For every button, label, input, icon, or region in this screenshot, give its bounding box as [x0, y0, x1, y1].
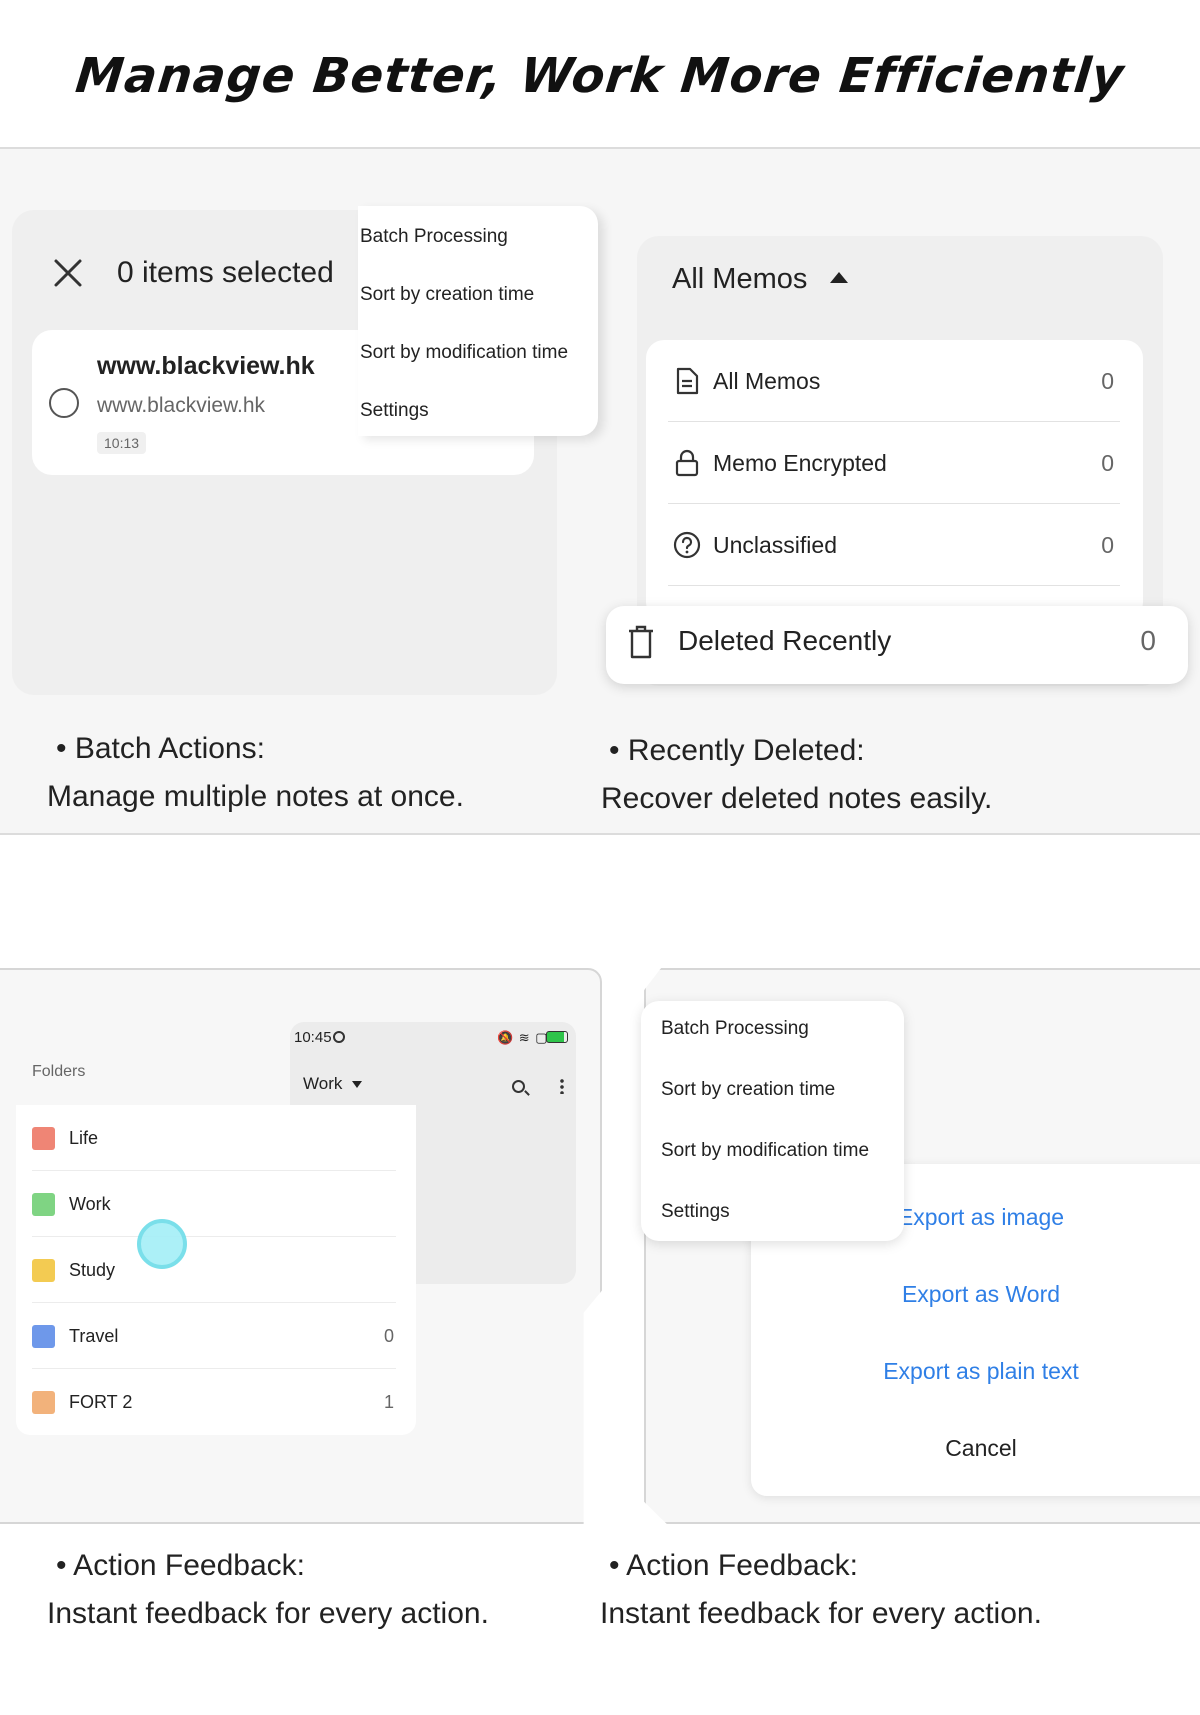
menu-item-settings[interactable]: Settings: [360, 400, 429, 422]
caption-feedback-heading-left: • Action Feedback:: [56, 1549, 305, 1582]
status-time: 10:45: [294, 1029, 332, 1046]
note-title: www.blackview.hk: [97, 352, 315, 380]
folder-count: 0: [383, 1326, 394, 1346]
menu-item-sort-modification[interactable]: Sort by modification time: [661, 1140, 869, 1162]
touch-indicator: [137, 1219, 187, 1269]
page: Manage Better, Work More Efficiently 0 i…: [0, 0, 1200, 1715]
current-folder[interactable]: Work: [303, 1074, 342, 1094]
folder-row-travel[interactable]: Travel 0: [32, 1303, 396, 1369]
trash-icon: [629, 625, 653, 659]
folder-count: 1: [383, 1392, 394, 1412]
lock-icon: [675, 449, 699, 477]
menu-item-settings[interactable]: Settings: [661, 1201, 730, 1223]
export-text-option[interactable]: Export as plain text: [751, 1358, 1200, 1385]
options-menu: Batch Processing Sort by creation time S…: [358, 206, 598, 436]
note-select-radio[interactable]: [49, 388, 79, 418]
memo-row-label: Memo Encrypted: [713, 450, 887, 476]
chevron-down-icon[interactable]: [352, 1081, 362, 1088]
caret-up-icon[interactable]: [830, 272, 848, 283]
memos-title[interactable]: All Memos: [672, 263, 807, 296]
close-icon[interactable]: [50, 255, 86, 291]
caption-batch-body: Manage multiple notes at once.: [47, 780, 464, 813]
folder-label: FORT 2: [69, 1392, 133, 1412]
caption-deleted-body: Recover deleted notes easily.: [601, 782, 993, 815]
folder-color-swatch: [32, 1193, 55, 1216]
search-icon[interactable]: [512, 1080, 525, 1093]
folder-color-swatch: [32, 1127, 55, 1150]
selected-count: 0 items selected: [117, 256, 334, 289]
memo-row-encrypted[interactable]: Memo Encrypted 0: [668, 422, 1120, 504]
folder-row-work[interactable]: Work: [32, 1171, 396, 1237]
caption-feedback-heading-right: • Action Feedback:: [609, 1549, 858, 1582]
folder-list: Life Work Study Travel 0 FORT 2 1: [16, 1105, 416, 1435]
memo-row-label: All Memos: [713, 368, 821, 394]
settings-gear-icon: [333, 1031, 345, 1043]
folder-row-study[interactable]: Study: [32, 1237, 396, 1303]
menu-item-batch-processing[interactable]: Batch Processing: [360, 226, 508, 248]
folder-label: Work: [69, 1194, 111, 1214]
note-subtitle: www.blackview.hk: [97, 394, 266, 417]
deleted-recently-row[interactable]: Deleted Recently 0: [606, 606, 1188, 684]
deleted-count: 0: [1140, 625, 1156, 656]
question-circle-icon: [673, 531, 701, 559]
cancel-button[interactable]: Cancel: [751, 1435, 1200, 1462]
folder-label: Life: [69, 1128, 99, 1148]
battery-icon: [546, 1031, 568, 1043]
memo-row-count: 0: [1101, 450, 1114, 476]
menu-item-batch-processing[interactable]: Batch Processing: [661, 1018, 809, 1040]
note-time: 10:13: [97, 432, 147, 454]
menu-item-sort-creation[interactable]: Sort by creation time: [360, 284, 534, 306]
memo-row-all[interactable]: All Memos 0: [668, 340, 1120, 422]
memo-row-count: 0: [1101, 368, 1114, 394]
folder-row-life[interactable]: Life: [32, 1105, 396, 1171]
caption-feedback-body-right: Instant feedback for every action.: [600, 1597, 1042, 1630]
folder-color-swatch: [32, 1259, 55, 1282]
caption-feedback-body-left: Instant feedback for every action.: [47, 1597, 489, 1630]
status-bar-icons: 🔕 ≋ ▢: [497, 1030, 549, 1045]
memo-row-label: Unclassified: [713, 532, 837, 558]
folders-label: Folders: [32, 1063, 86, 1080]
menu-item-sort-modification[interactable]: Sort by modification time: [360, 342, 568, 364]
folder-color-swatch: [32, 1391, 55, 1414]
memo-row-unclassified[interactable]: Unclassified 0: [668, 504, 1120, 586]
deleted-label: Deleted Recently: [678, 625, 892, 656]
menu-item-sort-creation[interactable]: Sort by creation time: [661, 1079, 835, 1101]
memos-list: All Memos 0 Memo Encrypted 0 Unclassifie…: [646, 340, 1143, 620]
document-icon: [676, 367, 699, 395]
folder-label: Travel: [69, 1326, 119, 1346]
memo-row-count: 0: [1101, 532, 1114, 558]
headline: Manage Better, Work More Efficiently: [72, 48, 1127, 104]
folder-row-fort2[interactable]: FORT 2 1: [32, 1369, 396, 1435]
options-menu-2: Batch Processing Sort by creation time S…: [641, 1001, 904, 1241]
export-word-option[interactable]: Export as Word: [751, 1281, 1200, 1308]
more-vertical-icon[interactable]: [560, 1078, 564, 1094]
folder-label: Study: [69, 1260, 116, 1280]
caption-deleted-heading: • Recently Deleted:: [609, 734, 865, 767]
folder-color-swatch: [32, 1325, 55, 1348]
caption-batch-heading: • Batch Actions:: [56, 732, 265, 765]
